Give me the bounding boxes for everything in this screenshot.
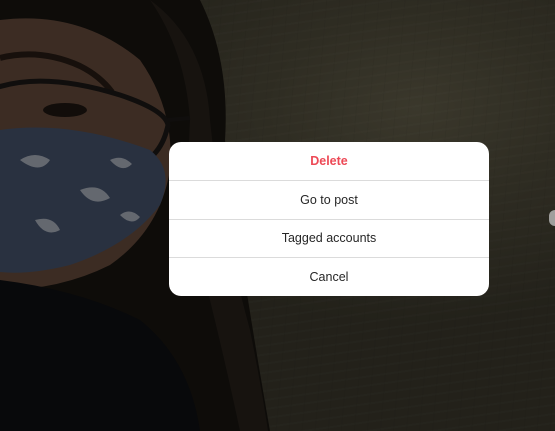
tagged-accounts-button[interactable]: Tagged accounts [169,218,489,258]
post-viewer: Delete Go to post Tagged accounts Cancel [0,0,555,431]
delete-button[interactable]: Delete [169,142,489,180]
go-to-post-button[interactable]: Go to post [169,179,489,219]
next-arrow-button[interactable] [549,210,555,226]
cancel-button[interactable]: Cancel [169,257,489,296]
post-options-dialog: Delete Go to post Tagged accounts Cancel [169,142,489,296]
